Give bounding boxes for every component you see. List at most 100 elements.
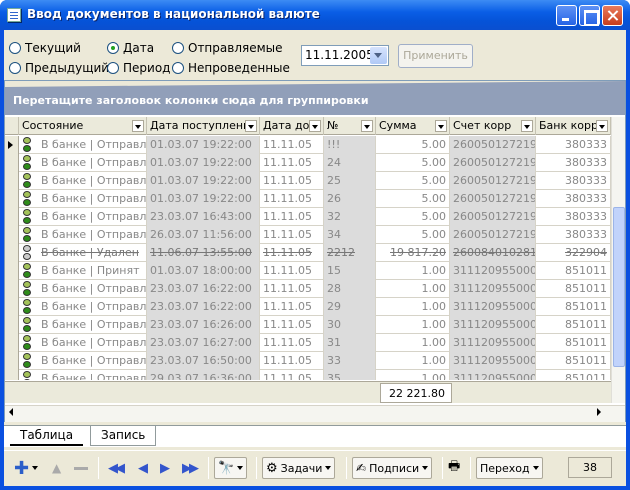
table-row[interactable]: В банке | Отправлен23.03.07 16:22:0011.1… <box>5 280 611 298</box>
table-row[interactable]: В банке | Принят 01.03.07 18:00:00 11.11.0… <box>5 262 611 280</box>
minimize-button[interactable] <box>556 5 577 26</box>
table-cell: 01.03.07 19:22:00 <box>147 136 260 154</box>
table-row[interactable]: В банке | Отправлен23.03.07 16:50:0011.1… <box>5 352 611 370</box>
row-indicator[interactable] <box>5 190 19 208</box>
row-indicator[interactable] <box>5 136 19 154</box>
prev-record-button[interactable]: ◀ <box>138 457 148 479</box>
date-select[interactable]: 11.11.2005 <box>301 45 389 66</box>
filter-dropdown-icon[interactable] <box>361 120 373 132</box>
row-indicator[interactable] <box>5 370 19 380</box>
table-cell: 11.11.05 <box>260 136 324 154</box>
table-row[interactable]: В банке | Отправлен23.03.07 16:22:0011.1… <box>5 298 611 316</box>
radio-option[interactable]: Отправляемые <box>172 40 283 56</box>
tab-table[interactable]: Таблица <box>10 426 84 446</box>
radio-option[interactable]: Текущий <box>9 40 81 56</box>
radio-option[interactable]: Дата <box>107 40 154 56</box>
table-row[interactable]: В банке | Отправлен23.03.07 16:26:0011.1… <box>5 316 611 334</box>
column-header[interactable]: Сумма <box>376 117 450 135</box>
radio-option[interactable]: Непроведенные <box>172 60 290 76</box>
column-header[interactable]: Счет корр <box>450 117 536 135</box>
table-row[interactable]: В банке | Отправлен23.03.07 16:43:0011.1… <box>5 208 611 226</box>
group-panel[interactable]: Перетащите заголовок колонки сюда для гр… <box>5 81 625 115</box>
table-cell: 5.00 <box>376 154 450 172</box>
tab-record[interactable]: Запись <box>90 426 157 446</box>
table-row[interactable]: В банке | Отправлен23.03.07 16:27:0011.1… <box>5 334 611 352</box>
filter-dropdown-icon[interactable] <box>245 120 257 132</box>
row-indicator[interactable] <box>5 352 19 370</box>
find-button[interactable]: 🔭 <box>214 457 248 479</box>
client-area: Текущий Дата Отправляемые Предыдущий Период Н… <box>4 30 626 486</box>
add-button[interactable]: ✚ <box>14 457 39 479</box>
table-cell: 26005012721960 <box>450 190 536 208</box>
group-hint: Перетащите заголовок колонки сюда для гр… <box>13 94 369 107</box>
table-cell: 11.11.05 <box>260 370 324 380</box>
column-header[interactable]: Состояние <box>19 117 147 135</box>
table-cell: 1.00 <box>376 370 450 380</box>
separator <box>208 457 209 479</box>
maximize-button[interactable] <box>579 5 600 26</box>
close-button[interactable] <box>602 5 623 26</box>
column-header[interactable]: Дата до <box>260 117 324 135</box>
radio-option[interactable]: Предыдущий <box>9 60 109 76</box>
first-record-button[interactable]: ◀◀ <box>108 457 125 479</box>
row-indicator[interactable] <box>5 172 19 190</box>
delete-button[interactable] <box>74 457 88 479</box>
table-row[interactable]: В банке | Отправлен01.03.07 19:22:0011.1… <box>5 190 611 208</box>
signatures-button[interactable]: ✍ Подписи <box>352 457 433 479</box>
tasks-button[interactable]: ⚙ Задачи <box>262 457 336 479</box>
table-row[interactable]: В банке | Отправлен26.03.07 11:56:0011.1… <box>5 226 611 244</box>
row-indicator[interactable] <box>5 154 19 172</box>
radio-option[interactable]: Период <box>107 60 170 76</box>
table-row[interactable]: В банке | Отправлен29.03.07 16:36:0011.1… <box>5 370 611 380</box>
radio-icon[interactable] <box>172 62 184 74</box>
next-record-button[interactable]: ▶ <box>160 457 170 479</box>
table-cell: 23.03.07 16:50:00 <box>147 352 260 370</box>
row-indicator[interactable] <box>5 262 19 280</box>
chevron-down-icon <box>32 466 39 470</box>
printer-icon: 🖶 <box>448 459 461 474</box>
last-record-button[interactable]: ▶▶ <box>182 457 199 479</box>
table-row[interactable]: В банке | Удален 11.06.07 13:55:00 11.11.0… <box>5 244 611 262</box>
filter-dropdown-icon[interactable] <box>309 120 321 132</box>
row-indicator[interactable] <box>5 280 19 298</box>
row-indicator[interactable] <box>5 244 19 262</box>
tasks-label: Задачи <box>280 461 323 475</box>
radio-icon[interactable] <box>9 42 21 54</box>
table-cell: 322904 <box>536 244 611 262</box>
table-cell: 380333 <box>536 172 611 190</box>
goto-button[interactable]: Переход <box>476 457 543 479</box>
horizontal-scrollbar[interactable] <box>5 405 625 422</box>
filter-dropdown-icon[interactable] <box>132 120 144 132</box>
filter-dropdown-icon[interactable] <box>596 120 608 132</box>
vertical-scrollbar[interactable] <box>611 117 625 403</box>
scroll-thumb[interactable] <box>613 207 625 367</box>
radio-label: Дата <box>123 41 155 55</box>
scroll-left-icon[interactable] <box>9 408 13 416</box>
row-indicator[interactable] <box>5 298 19 316</box>
radio-icon[interactable] <box>107 62 119 74</box>
column-header[interactable]: Дата поступления <box>147 117 260 135</box>
radio-icon[interactable] <box>107 42 119 54</box>
table-cell: 26005012721960 <box>450 226 536 244</box>
table-cell: 01.03.07 18:00:00 <box>147 262 260 280</box>
radio-icon[interactable] <box>172 42 184 54</box>
title-bar[interactable]: Ввод документов в национальной валюте <box>0 0 630 30</box>
row-indicator[interactable] <box>5 334 19 352</box>
radio-icon[interactable] <box>9 62 21 74</box>
apply-button[interactable]: Применить <box>398 44 473 68</box>
table-row[interactable]: В банке | Отправлен01.03.07 19:22:0011.1… <box>5 172 611 190</box>
table-row[interactable]: В банке | Отправлен01.03.07 19:22:0011.1… <box>5 154 611 172</box>
row-indicator[interactable] <box>5 316 19 334</box>
filter-dropdown-icon[interactable] <box>435 120 447 132</box>
filter-dropdown-icon[interactable] <box>521 120 533 132</box>
row-indicator[interactable] <box>5 226 19 244</box>
column-header[interactable]: № <box>324 117 376 135</box>
chevron-down-icon[interactable] <box>370 47 387 64</box>
row-indicator[interactable] <box>5 208 19 226</box>
column-header[interactable]: Банк корр <box>536 117 611 135</box>
scroll-right-icon[interactable] <box>597 408 601 416</box>
table-row[interactable]: В банке | Отправлен01.03.07 19:22:0011.1… <box>5 136 611 154</box>
table-cell: 26 <box>324 190 376 208</box>
up-button[interactable]: ▲ <box>52 457 61 479</box>
print-button[interactable]: 🖶 <box>448 457 460 479</box>
